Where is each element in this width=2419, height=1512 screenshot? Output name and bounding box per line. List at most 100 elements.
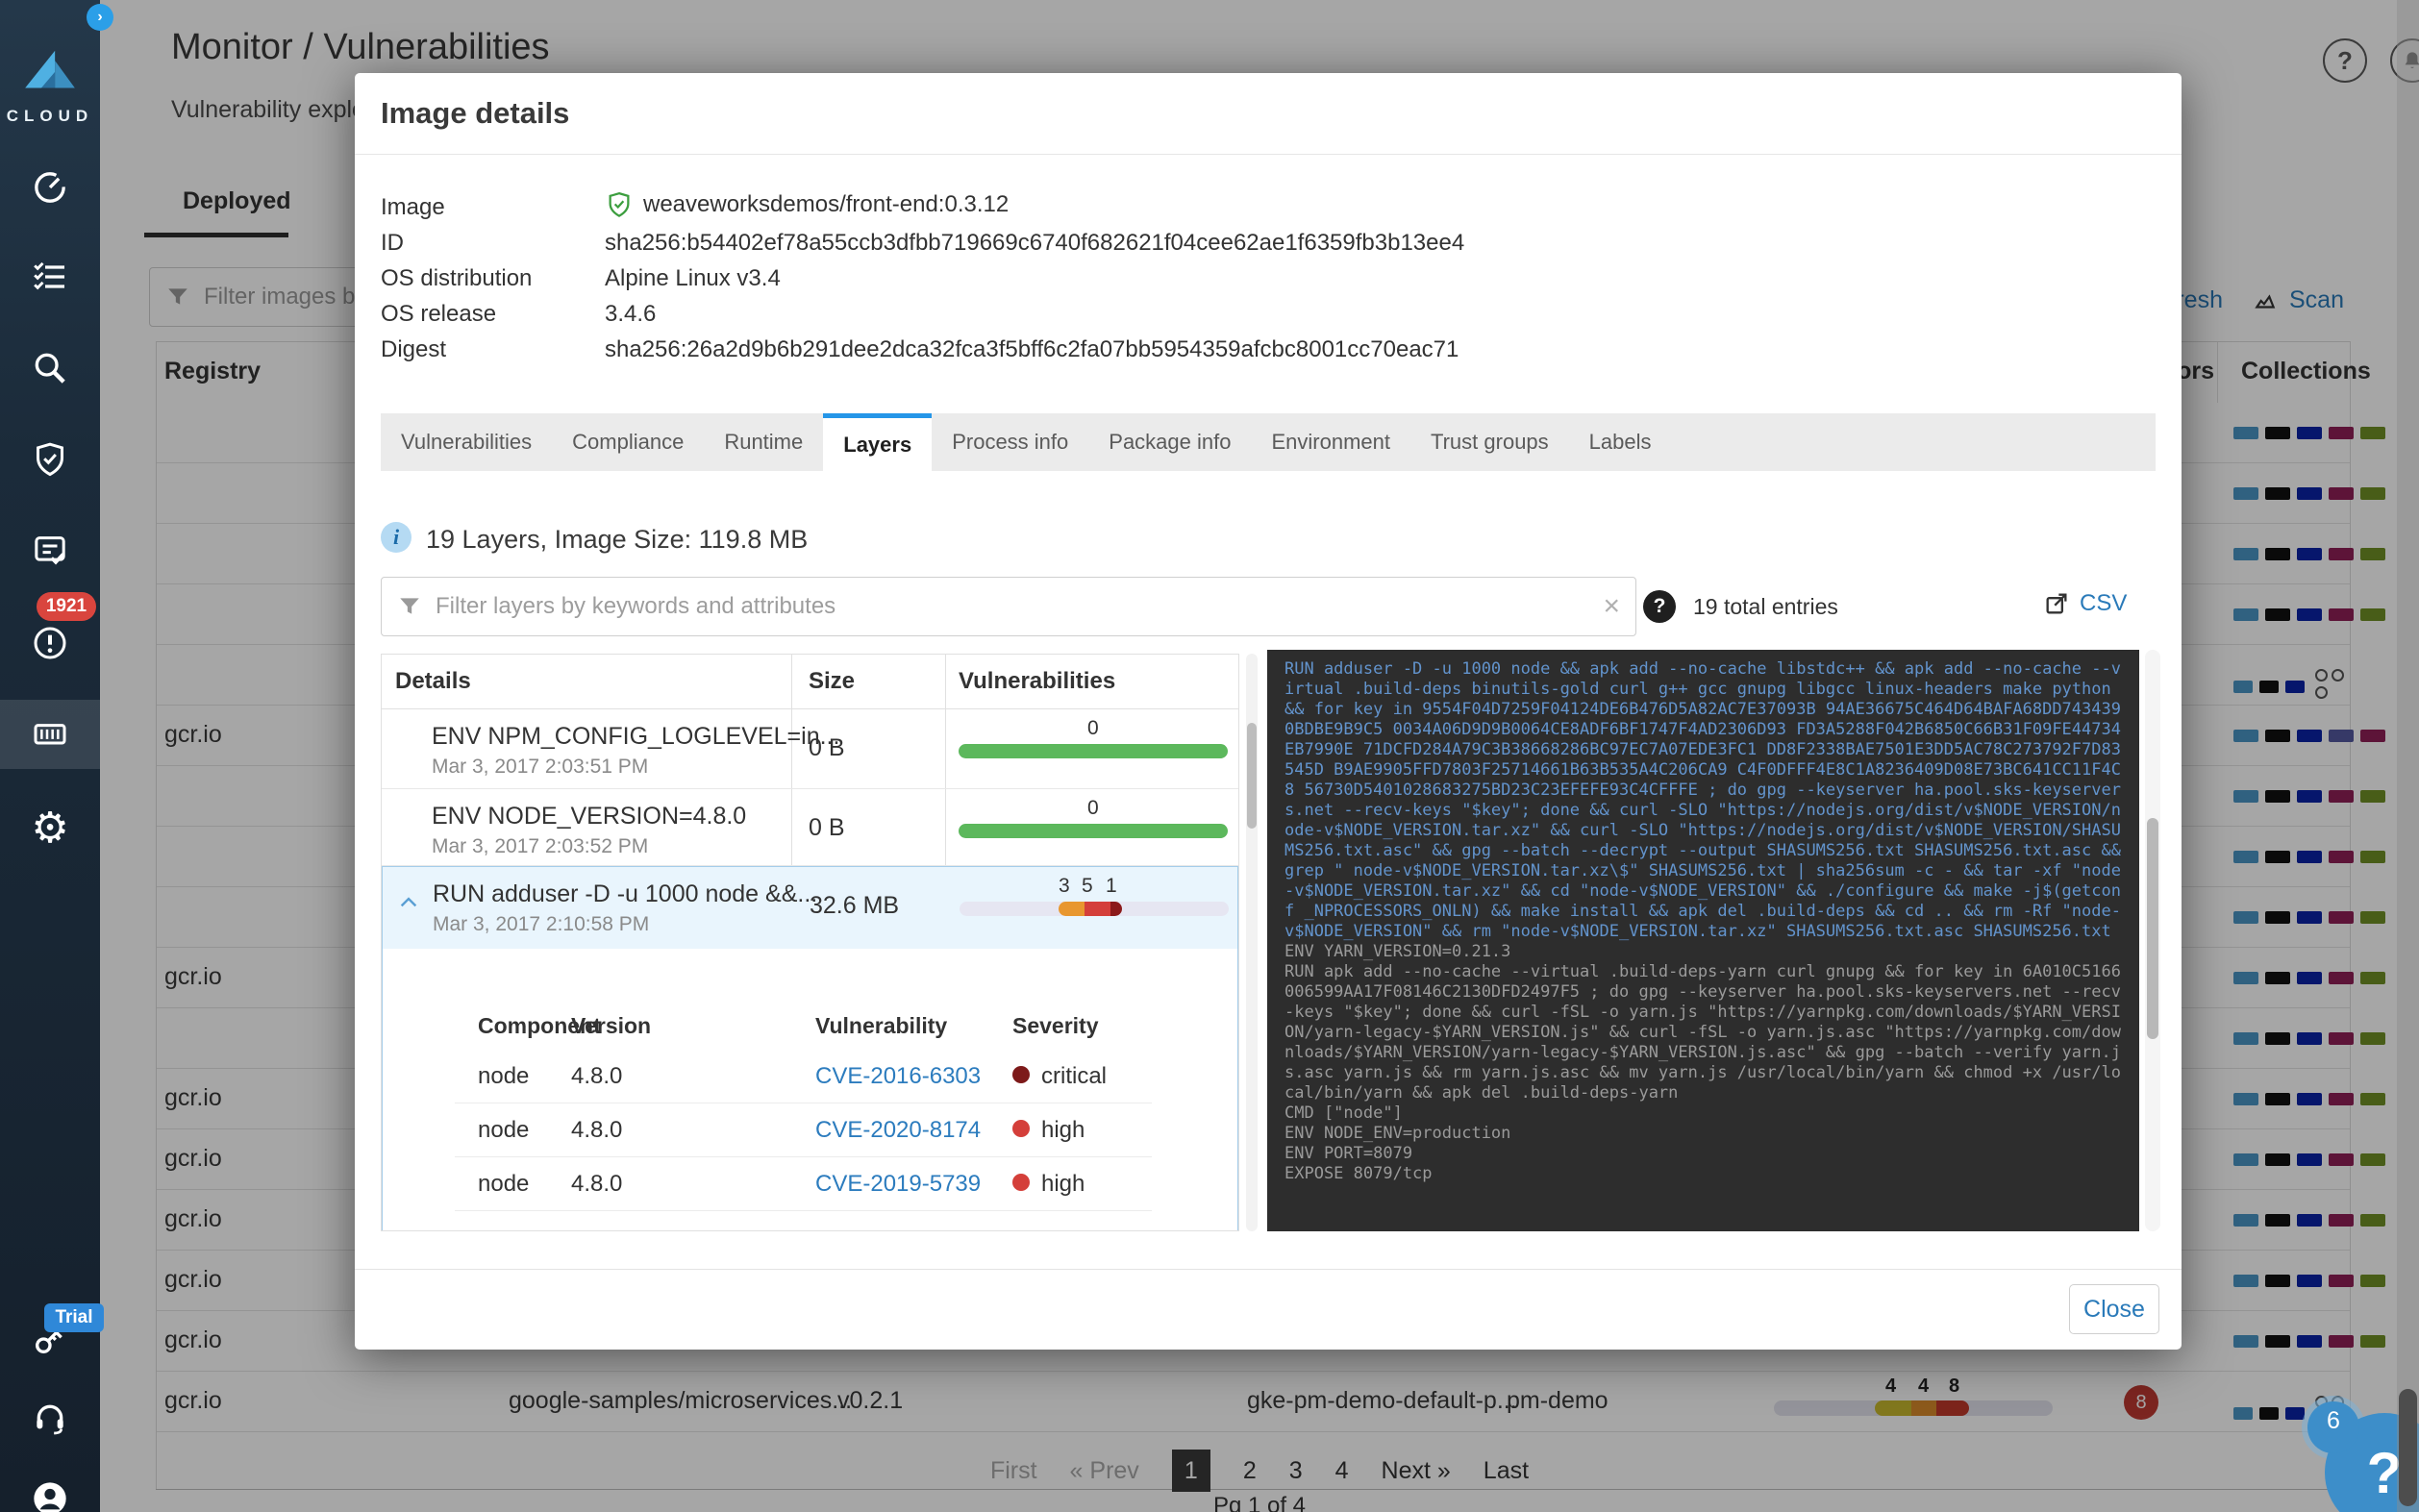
meta-value-id: sha256:b54402ef78a55ccb3dfbb719669c6740f… [605, 230, 1464, 257]
layer-date: Mar 3, 2017 2:03:51 PM [432, 756, 648, 779]
col-header-vulnerabilities[interactable]: Vulnerabilities [959, 668, 1115, 695]
shield-check-icon [31, 440, 69, 479]
layers-filter: × [381, 577, 1636, 636]
vuln-count: 0 [1087, 717, 1099, 740]
logo-text: CLOUD [0, 107, 100, 126]
tab-compliance[interactable]: Compliance [552, 413, 704, 471]
meta-label-os-distribution: OS distribution [381, 265, 532, 292]
trial-badge: Trial [44, 1303, 104, 1332]
layer-date: Mar 3, 2017 2:10:58 PM [433, 913, 649, 936]
critical-segment [1110, 902, 1122, 916]
trusted-shield-icon [605, 190, 634, 219]
medium-segment [1059, 902, 1085, 916]
funnel-icon [397, 594, 422, 619]
severity-label: critical [1041, 1063, 1107, 1089]
app-window: Monitor / Vulnerabilities Vulnerability … [0, 0, 2419, 1512]
sidebar-item-profile[interactable] [0, 1465, 100, 1512]
layer-date: Mar 3, 2017 2:03:52 PM [432, 835, 648, 858]
col-header-size[interactable]: Size [809, 668, 855, 695]
severity-label: high [1041, 1117, 1085, 1143]
scrollbar-thumb[interactable] [1247, 723, 1257, 829]
meta-label-id: ID [381, 230, 404, 257]
image-name: weaveworksdemos/front-end:0.3.12 [643, 191, 1009, 218]
col-header-severity: Severity [1012, 1013, 1099, 1039]
tab-process-info[interactable]: Process info [932, 413, 1088, 471]
logo-icon [20, 48, 80, 98]
layer-command: ENV NPM_CONFIG_LOGLEVEL=in... [432, 723, 839, 751]
component: node [478, 1063, 529, 1090]
col-header-details[interactable]: Details [395, 668, 471, 695]
question-glyph: ? [1654, 595, 1666, 618]
meta-value-os-distribution: Alpine Linux v3.4 [605, 265, 781, 292]
layer-row[interactable]: ENV NPM_CONFIG_LOGLEVEL=in... Mar 3, 201… [382, 709, 1238, 789]
tab-package-info[interactable]: Package info [1088, 413, 1251, 471]
cve-link[interactable]: CVE-2016-6303 [815, 1063, 981, 1090]
vulnerability-bar: 0 [959, 824, 1228, 838]
tab-runtime[interactable]: Runtime [704, 413, 823, 471]
sidebar-item-support[interactable] [0, 1384, 100, 1451]
sidebar-item-compliance[interactable] [0, 517, 100, 584]
tab-environment[interactable]: Environment [1251, 413, 1410, 471]
tab-trust-groups[interactable]: Trust groups [1410, 413, 1569, 471]
modal-tabs: Vulnerabilities Compliance Runtime Layer… [381, 413, 2156, 471]
sidebar-item-defend[interactable] [0, 426, 100, 493]
sidebar: CLOUD › 1921 ⚙ Trial [0, 0, 100, 1512]
close-button[interactable]: Close [2069, 1284, 2159, 1334]
scrollbar-thumb[interactable] [2147, 818, 2158, 1039]
sidebar-item-containers[interactable] [0, 700, 100, 767]
modal-footer-divider [355, 1269, 2182, 1270]
sidebar-expand-icon[interactable]: › [87, 4, 113, 31]
meta-label-digest: Digest [381, 336, 446, 363]
sidebar-item-search[interactable] [0, 335, 100, 402]
layers-summary: 19 Layers, Image Size: 119.8 MB [426, 525, 808, 555]
export-icon [2043, 590, 2070, 617]
chevron-up-icon[interactable] [398, 894, 419, 908]
cve-row: node 4.8.0 CVE-2019-5739 high [455, 1157, 1152, 1211]
medium-count: 3 [1059, 875, 1070, 898]
layer-row-selected[interactable]: RUN adduser -D -u 1000 node &&... Mar 3,… [383, 867, 1237, 949]
chevron-right-icon: › [97, 9, 102, 26]
sidebar-item-dashboard[interactable] [0, 154, 100, 221]
page-scrollbar[interactable] [2397, 0, 2419, 1512]
brand-logo[interactable]: CLOUD [0, 48, 100, 126]
severity-cell: critical [1012, 1063, 1107, 1090]
tab-layers[interactable]: Layers [823, 413, 932, 471]
high-count: 5 [1082, 875, 1093, 898]
cve-row: node 4.8.0 CVE-2016-6303 critical [455, 1050, 1152, 1103]
severity-label: high [1041, 1171, 1085, 1197]
fab-badge-count: 6 [2327, 1407, 2340, 1435]
clear-filter-icon[interactable]: × [1603, 590, 1620, 623]
sidebar-item-settings[interactable]: ⚙ [0, 794, 100, 861]
severity-cell: high [1012, 1171, 1085, 1198]
cve-link[interactable]: CVE-2020-8174 [815, 1117, 981, 1144]
page-scrollbar-thumb[interactable] [2399, 1389, 2417, 1506]
layers-table-scrollbar[interactable] [1246, 654, 1258, 1231]
layers-filter-input[interactable] [436, 593, 1589, 620]
version: 4.8.0 [571, 1063, 622, 1090]
critical-dot [1012, 1066, 1030, 1083]
meta-label-os-release: OS release [381, 301, 496, 328]
cve-link[interactable]: CVE-2019-5739 [815, 1171, 981, 1198]
meta-value-os-release: 3.4.6 [605, 301, 656, 328]
entries-help-icon[interactable]: ? [1643, 590, 1676, 623]
csv-export-button[interactable]: CSV [2043, 590, 2127, 617]
version: 4.8.0 [571, 1117, 622, 1144]
dockerfile-panel: RUN adduser -D -u 1000 node && apk add -… [1267, 650, 2139, 1231]
checklist-icon [31, 258, 69, 296]
meta-label-image: Image [381, 194, 445, 221]
alerts-count-badge: 1921 [37, 592, 96, 621]
version: 4.8.0 [571, 1171, 622, 1198]
sidebar-item-policies[interactable] [0, 243, 100, 310]
layer-row[interactable]: ENV NODE_VERSION=4.8.0 Mar 3, 2017 2:03:… [382, 789, 1238, 866]
tab-vulnerabilities[interactable]: Vulnerabilities [381, 413, 552, 471]
code-panel-scrollbar[interactable] [2145, 650, 2160, 1231]
high-dot [1012, 1174, 1030, 1191]
tab-labels[interactable]: Labels [1569, 413, 1672, 471]
vulnerability-bar: 0 [959, 744, 1228, 758]
image-details-modal: Image details Image weaveworksdemos/fron… [355, 73, 2182, 1350]
headset-icon [31, 1399, 69, 1437]
layer-size: 0 B [809, 814, 845, 842]
total-entries: 19 total entries [1693, 594, 1838, 620]
layers-table: Details Size Vulnerabilities ENV NPM_CON… [381, 654, 1239, 1231]
layer-command: ENV NODE_VERSION=4.8.0 [432, 803, 746, 830]
